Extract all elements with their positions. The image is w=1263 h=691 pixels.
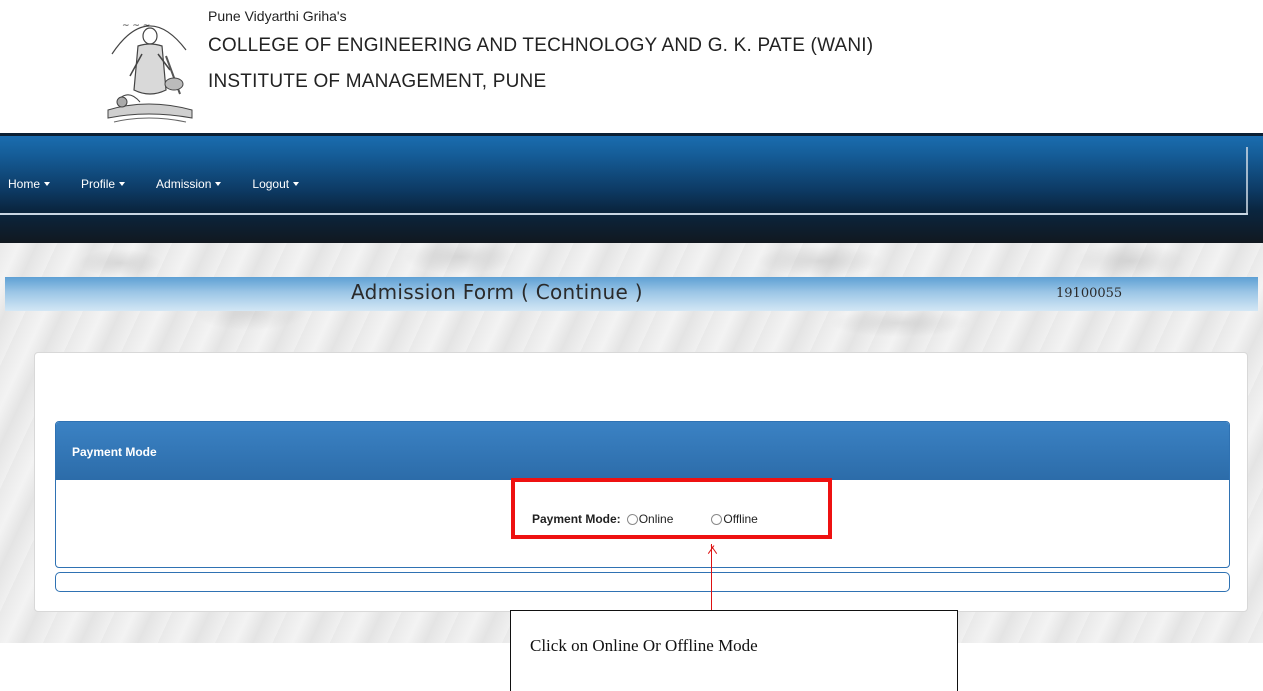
page-title: Admission Form ( Continue ) [351, 280, 643, 304]
nav-item-logout[interactable]: Logout [252, 177, 300, 191]
site-header: ~ ~ ~ Pune Vidyarthi Griha's COLLEGE OF … [0, 0, 1263, 133]
college-name-line2: INSTITUTE OF MANAGEMENT, PUNE [208, 71, 547, 92]
nav-item-admission[interactable]: Admission [156, 177, 222, 191]
nav-menu: Home Profile Admission Logout [8, 177, 330, 191]
college-name-line1: COLLEGE OF ENGINEERING AND TECHNOLOGY AN… [208, 35, 874, 56]
nav-item-label: Profile [81, 177, 116, 191]
navbar-top-border [0, 133, 1263, 136]
caret-down-icon [119, 182, 126, 186]
nav-item-label: Home [8, 177, 41, 191]
navbar-divider [0, 213, 1248, 215]
panel-footer-bar [55, 572, 1230, 592]
main-navbar: Home Profile Admission Logout [0, 133, 1263, 243]
nav-item-profile[interactable]: Profile [81, 177, 126, 191]
institute-parent-name: Pune Vidyarthi Griha's [208, 8, 347, 24]
annotation-text: Click on Online Or Offline Mode [530, 636, 758, 655]
nav-item-label: Admission [156, 177, 212, 191]
form-id: 19100055 [1056, 286, 1123, 301]
navbar-divider-vertical [1246, 147, 1248, 213]
nav-item-home[interactable]: Home [8, 177, 51, 191]
caret-down-icon [215, 182, 222, 186]
annotation-callout: Click on Online Or Offline Mode [510, 610, 958, 691]
panel-header: Payment Mode [56, 422, 1229, 480]
annotation-highlight-box [511, 478, 832, 539]
panel-title: Payment Mode [72, 445, 157, 459]
caret-down-icon [44, 182, 51, 186]
caret-down-icon [293, 182, 300, 186]
annotation-arrow-line [711, 544, 712, 610]
nav-item-label: Logout [252, 177, 290, 191]
saraswati-emblem-icon: ~ ~ ~ [107, 21, 193, 123]
page-title-bar: Admission Form ( Continue ) 19100055 [5, 277, 1258, 311]
